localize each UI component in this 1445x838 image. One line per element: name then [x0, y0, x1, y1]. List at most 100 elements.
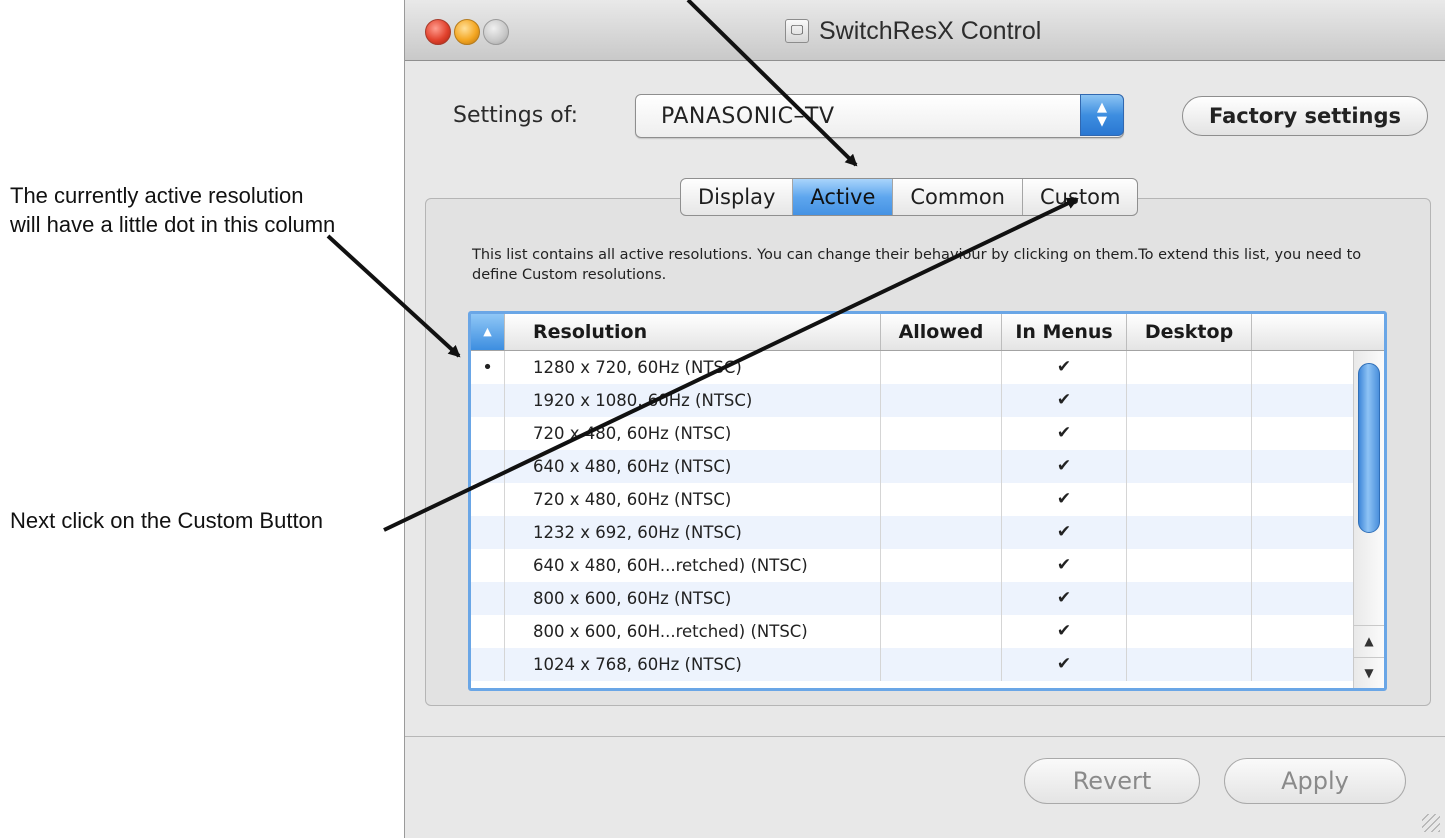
resolution-cell: 720 x 480, 60Hz (NTSC) [505, 417, 881, 450]
allowed-cell[interactable] [881, 549, 1002, 582]
tab-bar: Display Active Common Custom [680, 178, 1139, 216]
table-row[interactable]: 640 x 480, 60H...retched) (NTSC) ✔ [471, 549, 1354, 582]
allowed-cell[interactable] [881, 648, 1002, 681]
column-header-allowed[interactable]: Allowed [881, 314, 1002, 350]
in-menus-cell[interactable]: ✔ [1002, 516, 1127, 549]
empty-cell [1252, 351, 1354, 384]
scroll-down-arrow-icon[interactable]: ▼ [1354, 657, 1384, 688]
in-menus-cell[interactable]: ✔ [1002, 417, 1127, 450]
table-row[interactable]: 720 x 480, 60Hz (NTSC) ✔ [471, 483, 1354, 516]
resolution-cell: 800 x 600, 60Hz (NTSC) [505, 582, 881, 615]
column-header-in-menus[interactable]: In Menus [1002, 314, 1127, 350]
tab-display[interactable]: Display [681, 179, 794, 215]
active-dot-cell [471, 384, 505, 417]
table-row[interactable]: 640 x 480, 60Hz (NTSC) ✔ [471, 450, 1354, 483]
active-dot-cell [471, 582, 505, 615]
allowed-cell[interactable] [881, 450, 1002, 483]
bottom-separator [405, 736, 1445, 737]
table-row[interactable]: 800 x 600, 60H...retched) (NTSC) ✔ [471, 615, 1354, 648]
annotation-active-dot: The currently active resolution will hav… [10, 183, 336, 237]
table-row[interactable]: 1232 x 692, 60Hz (NTSC) ✔ [471, 516, 1354, 549]
scroll-up-arrow-icon[interactable]: ▲ [1354, 625, 1384, 657]
close-window-button[interactable] [425, 19, 451, 45]
desktop-cell[interactable] [1127, 582, 1252, 615]
tab-custom[interactable]: Custom [1023, 179, 1137, 215]
minimize-window-button[interactable] [454, 19, 480, 45]
revert-button[interactable]: Revert [1024, 758, 1200, 804]
in-menus-cell[interactable]: ✔ [1002, 549, 1127, 582]
in-menus-cell[interactable]: ✔ [1002, 582, 1127, 615]
resolution-cell: 1232 x 692, 60Hz (NTSC) [505, 516, 881, 549]
in-menus-cell[interactable]: ✔ [1002, 384, 1127, 417]
column-header-empty [1252, 314, 1384, 350]
desktop-cell[interactable] [1127, 450, 1252, 483]
allowed-cell[interactable] [881, 516, 1002, 549]
empty-cell [1252, 384, 1354, 417]
desktop-cell[interactable] [1127, 648, 1252, 681]
resolution-cell: 1280 x 720, 60Hz (NTSC) [505, 351, 881, 384]
in-menus-cell[interactable]: ✔ [1002, 351, 1127, 384]
active-dot-cell [471, 483, 505, 516]
desktop-cell[interactable] [1127, 384, 1252, 417]
display-select-value: PANASONIC–TV [661, 104, 835, 129]
allowed-cell[interactable] [881, 483, 1002, 516]
tab-common[interactable]: Common [893, 179, 1023, 215]
table-row[interactable]: 800 x 600, 60Hz (NTSC) ✔ [471, 582, 1354, 615]
empty-cell [1252, 450, 1354, 483]
tab-active[interactable]: Active [793, 179, 894, 215]
table-row[interactable]: 720 x 480, 60Hz (NTSC) ✔ [471, 417, 1354, 450]
vertical-scrollbar[interactable]: ▲ ▼ [1353, 351, 1384, 688]
active-dot-cell [471, 549, 505, 582]
empty-cell [1252, 648, 1354, 681]
window-title: 🖵 SwitchResX Control [785, 14, 1041, 48]
in-menus-cell[interactable]: ✔ [1002, 615, 1127, 648]
title-bar: 🖵 SwitchResX Control [405, 0, 1445, 61]
desktop-cell[interactable] [1127, 417, 1252, 450]
active-dot-cell [471, 615, 505, 648]
factory-settings-button[interactable]: Factory settings [1182, 96, 1428, 136]
allowed-cell[interactable] [881, 417, 1002, 450]
table-header: ▲ Resolution Allowed In Menus Desktop [471, 314, 1384, 351]
table-row[interactable]: • 1280 x 720, 60Hz (NTSC) ✔ [471, 351, 1354, 384]
zoom-window-button[interactable] [483, 19, 509, 45]
apply-button[interactable]: Apply [1224, 758, 1406, 804]
resolution-cell: 800 x 600, 60H...retched) (NTSC) [505, 615, 881, 648]
annotation-custom-button: Next click on the Custom Button [10, 508, 324, 533]
column-header-desktop[interactable]: Desktop [1127, 314, 1252, 350]
resolution-cell: 1920 x 1080, 60Hz (NTSC) [505, 384, 881, 417]
active-dot-cell [471, 516, 505, 549]
desktop-cell[interactable] [1127, 351, 1252, 384]
table-body: • 1280 x 720, 60Hz (NTSC) ✔ 1920 x 1080,… [471, 351, 1354, 681]
resolution-cell: 720 x 480, 60Hz (NTSC) [505, 483, 881, 516]
column-header-resolution[interactable]: Resolution [505, 314, 881, 350]
in-menus-cell[interactable]: ✔ [1002, 648, 1127, 681]
empty-cell [1252, 582, 1354, 615]
active-dot-cell [471, 417, 505, 450]
table-row[interactable]: 1920 x 1080, 60Hz (NTSC) ✔ [471, 384, 1354, 417]
in-menus-cell[interactable]: ✔ [1002, 483, 1127, 516]
app-icon: 🖵 [785, 19, 809, 43]
resolutions-table: ▲ Resolution Allowed In Menus Desktop • … [468, 311, 1387, 691]
active-dot-cell: • [471, 351, 505, 384]
display-select[interactable]: PANASONIC–TV ▲ ▼ [635, 94, 1124, 138]
sort-ascending-icon[interactable]: ▲ [471, 314, 505, 350]
desktop-cell[interactable] [1127, 516, 1252, 549]
allowed-cell[interactable] [881, 384, 1002, 417]
desktop-cell[interactable] [1127, 549, 1252, 582]
allowed-cell[interactable] [881, 351, 1002, 384]
resolution-cell: 640 x 480, 60H...retched) (NTSC) [505, 549, 881, 582]
resize-grip-icon[interactable] [1422, 814, 1440, 832]
table-row[interactable]: 1024 x 768, 60Hz (NTSC) ✔ [471, 648, 1354, 681]
desktop-cell[interactable] [1127, 615, 1252, 648]
allowed-cell[interactable] [881, 582, 1002, 615]
desktop-cell[interactable] [1127, 483, 1252, 516]
in-menus-cell[interactable]: ✔ [1002, 450, 1127, 483]
active-dot-cell [471, 648, 505, 681]
active-dot-cell [471, 450, 505, 483]
description-text: This list contains all active resolution… [472, 247, 1362, 283]
scrollbar-thumb[interactable] [1358, 363, 1380, 533]
tab-panel: This list contains all active resolution… [425, 198, 1431, 706]
updown-arrows-icon: ▲ ▼ [1080, 94, 1124, 136]
allowed-cell[interactable] [881, 615, 1002, 648]
empty-cell [1252, 483, 1354, 516]
